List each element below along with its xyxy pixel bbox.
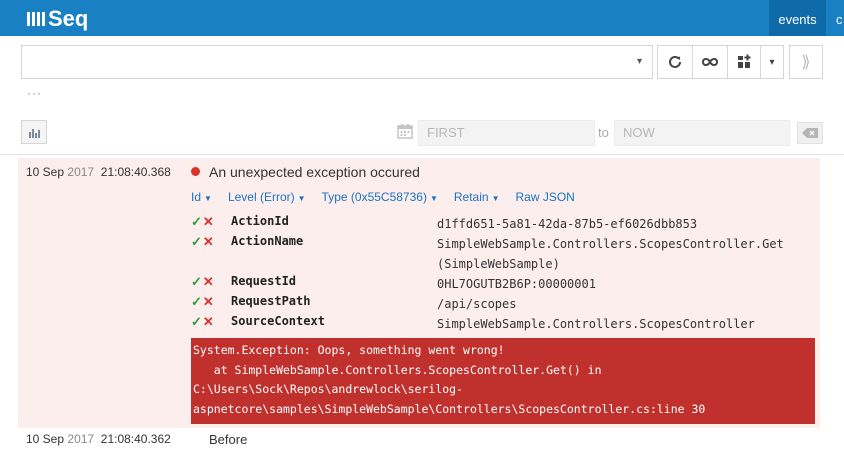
- exception-block: System.Exception: Oops, something went w…: [191, 338, 815, 424]
- exception-line: at SimpleWebSample.Controllers.ScopesCon…: [193, 362, 602, 377]
- exception-line: System.Exception: Oops, something went w…: [193, 343, 505, 357]
- event-message[interactable]: Before: [209, 432, 247, 447]
- property-value-line: SimpleWebSample.Controllers.ScopesContro…: [437, 237, 784, 251]
- chip-label: Level (Error): [227, 190, 295, 204]
- event-timestamp: 10 Sep 2017 21:08:40.368: [26, 165, 171, 179]
- histogram-button[interactable]: [21, 120, 47, 144]
- event-message[interactable]: An unexpected exception occured: [209, 164, 420, 180]
- signal-dropdown-button[interactable]: ▾: [760, 45, 784, 79]
- nav-next-tab[interactable]: c: [836, 0, 843, 36]
- property-name: RequestId: [231, 274, 297, 288]
- property-value: /api/scopes: [437, 297, 517, 311]
- event-date: 10 Sep: [26, 165, 65, 179]
- property-row: ✓✕ ActionId d1ffd651-5a81-42da-87b5-ef60…: [191, 214, 697, 234]
- property-name: SourceContext: [231, 314, 325, 328]
- property-name: RequestPath: [231, 294, 311, 308]
- include-check-icon[interactable]: ✓: [191, 274, 202, 289]
- search-input[interactable]: ▾: [21, 45, 653, 79]
- property-row: ✓✕ RequestId 0HL7OGUTB2B6P:00000001: [191, 274, 596, 294]
- include-check-icon[interactable]: ✓: [191, 234, 202, 249]
- property-value: 0HL7OGUTB2B6P:00000001: [437, 277, 596, 291]
- chip-raw-json[interactable]: Raw JSON: [515, 190, 574, 204]
- range-to-input[interactable]: NOW: [614, 120, 790, 146]
- include-check-icon[interactable]: ✓: [191, 294, 202, 309]
- signal-add-icon: [738, 54, 751, 68]
- calendar-icon[interactable]: [397, 123, 413, 139]
- property-value: SimpleWebSample.Controllers.ScopesContro…: [437, 317, 755, 331]
- property-row: ✓✕ ActionName SimpleWebSample.Controller…: [191, 234, 784, 274]
- property-value: SimpleWebSample.Controllers.ScopesContro…: [437, 234, 784, 274]
- chip-label: Raw JSON: [515, 190, 575, 204]
- exclude-x-icon[interactable]: ✕: [203, 214, 214, 229]
- chip-retain[interactable]: Retain ▼: [454, 190, 500, 204]
- chip-level[interactable]: Level (Error) ▼: [228, 190, 306, 204]
- property-name: ActionName: [231, 234, 304, 248]
- error-level-indicator: [191, 167, 200, 176]
- event-year: 2017: [67, 432, 95, 446]
- history-dropdown-caret[interactable]: ▾: [637, 56, 642, 67]
- property-row: ✓✕ RequestPath /api/scopes: [191, 294, 516, 314]
- exclude-x-icon[interactable]: ✕: [203, 234, 214, 249]
- chip-id[interactable]: Id ▼: [191, 190, 212, 204]
- seq-logo[interactable]: Seq: [27, 6, 89, 31]
- range-to-label: to: [598, 125, 609, 140]
- event-time: 21:08:40.362: [100, 432, 171, 446]
- chip-label: Id: [191, 190, 202, 204]
- include-check-icon[interactable]: ✓: [191, 314, 202, 329]
- chevron-down-icon: ▼: [429, 194, 438, 203]
- event-actions: Id ▼ Level (Error) ▼ Type (0x55C58736) ▼ Re…: [191, 190, 591, 204]
- clear-range-button[interactable]: [797, 122, 823, 144]
- property-value-line: (SimpleWebSample): [437, 257, 560, 271]
- tail-button[interactable]: [692, 45, 728, 79]
- chevron-down-icon: ▼: [297, 194, 306, 203]
- refresh-button[interactable]: [657, 45, 693, 79]
- chevron-down-icon: ▼: [204, 194, 212, 203]
- exclude-x-icon[interactable]: ✕: [203, 294, 214, 309]
- include-check-icon[interactable]: ✓: [191, 214, 202, 229]
- range-from-input[interactable]: FIRST: [418, 120, 595, 146]
- exclude-x-icon[interactable]: ✕: [203, 314, 214, 329]
- chevron-down-icon: ▼: [491, 194, 500, 203]
- top-bar: Seq events c: [0, 0, 844, 36]
- property-value: d1ffd651-5a81-42da-87b5-ef6026dbb853: [437, 217, 698, 231]
- chip-type[interactable]: Type (0x55C58736) ▼: [322, 190, 438, 204]
- property-row: ✓✕ SourceContext SimpleWebSample.Control…: [191, 314, 755, 334]
- infinity-icon: [702, 58, 718, 66]
- exception-line: C:\Users\Sock\Repos\andrewlock\serilog-: [193, 382, 464, 396]
- logo-text: Seq: [48, 6, 89, 31]
- collapse-panel-button[interactable]: ⟫: [789, 45, 823, 79]
- event-year: 2017: [67, 165, 95, 179]
- chip-label: Retain: [453, 190, 489, 204]
- property-name: ActionId: [231, 214, 289, 228]
- signal-add-button[interactable]: [727, 45, 761, 79]
- refresh-icon: [669, 55, 681, 68]
- more-options-ellipsis[interactable]: ···: [27, 86, 42, 100]
- logo-bars-icon: [27, 12, 45, 26]
- exclude-x-icon[interactable]: ✕: [203, 274, 214, 289]
- nav-events-tab[interactable]: events: [769, 0, 826, 36]
- clear-icon: [802, 128, 818, 138]
- exception-line: aspnetcore\samples\SimpleWebSample\Contr…: [193, 401, 706, 416]
- event-timestamp: 10 Sep 2017 21:08:40.362: [26, 432, 171, 446]
- event-time: 21:08:40.368: [100, 165, 171, 179]
- event-date: 10 Sep: [26, 432, 65, 446]
- divider: [0, 154, 844, 155]
- chip-label: Type (0x55C58736): [321, 190, 427, 204]
